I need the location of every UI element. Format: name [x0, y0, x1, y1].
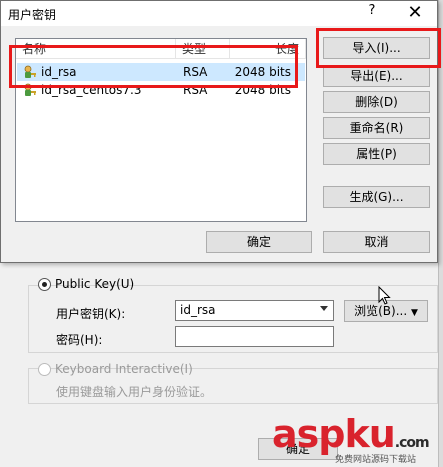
- keyboard-interactive-radio[interactable]: [38, 363, 51, 376]
- ok-button[interactable]: 确定: [206, 231, 312, 253]
- close-icon[interactable]: ✕: [404, 2, 426, 24]
- password-field[interactable]: [175, 326, 334, 347]
- help-button[interactable]: ?: [363, 3, 381, 23]
- keyboard-interactive-label: Keyboard Interactive(I): [55, 362, 193, 376]
- generate-button[interactable]: 生成(G)...: [323, 186, 430, 208]
- highlight-key-list: [9, 45, 298, 88]
- dialog-title: 用户密钥: [8, 8, 57, 22]
- keyboard-interactive-desc: 使用键盘输入用户身份验证。: [56, 385, 213, 399]
- chevron-down-icon: [320, 306, 328, 311]
- public-key-radio[interactable]: [38, 278, 51, 291]
- browse-label: 浏览(B)...: [354, 304, 408, 318]
- watermark-subtitle: 免费网站源码下载站: [335, 455, 417, 465]
- highlight-import-button: [316, 28, 441, 68]
- delete-button[interactable]: 删除(D): [323, 91, 430, 113]
- properties-button[interactable]: 属性(P): [323, 143, 430, 165]
- watermark-main: aspku: [272, 412, 396, 456]
- watermark-logo: aspku.com: [272, 412, 430, 456]
- password-label: 密码(H):: [56, 333, 103, 347]
- rename-button[interactable]: 重命名(R): [323, 117, 430, 139]
- title-bar: 用户密钥 ? ✕: [1, 1, 437, 26]
- dropdown-arrow-icon: ▼: [410, 308, 418, 318]
- mouse-cursor-icon: [378, 286, 391, 305]
- user-key-value: id_rsa: [180, 303, 216, 317]
- user-keys-dialog: 用户密钥 ? ✕ 名称 类型 长度 id_rsa RSA 2048 bits i…: [0, 0, 441, 263]
- user-key-label: 用户密钥(K):: [56, 307, 126, 321]
- user-key-combo[interactable]: id_rsa: [175, 300, 334, 321]
- public-key-label: Public Key(U): [55, 277, 135, 291]
- background-scroll-strip: [438, 0, 443, 467]
- export-button[interactable]: 导出(E)...: [323, 65, 430, 87]
- cancel-button[interactable]: 取消: [323, 231, 430, 253]
- watermark-com: .com: [394, 435, 430, 451]
